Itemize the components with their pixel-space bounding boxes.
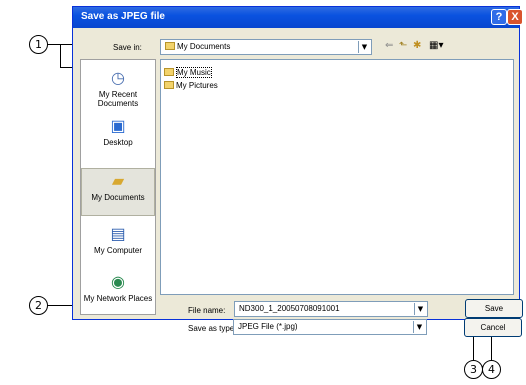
save-in-text: My Documents <box>177 42 231 51</box>
place-recent-documents[interactable]: ◷ My Recent Documents <box>81 70 155 108</box>
desktop-icon: ▣ <box>110 118 126 135</box>
place-label: Desktop <box>103 138 133 147</box>
save-type-value: JPEG File (*.jpg) <box>238 322 298 331</box>
callout-4: 4 <box>482 360 501 379</box>
up-folder-icon[interactable]: ⬑ <box>399 40 407 52</box>
save-type-label: Save as type: <box>188 324 237 333</box>
list-item[interactable]: My Music <box>164 67 212 78</box>
places-bar: ◷ My Recent Documents ▣ Desktop ▰ My Doc… <box>80 59 156 315</box>
place-label: My Network Places <box>83 294 153 303</box>
save-dialog: Save as JPEG file ? X Save in: My Docume… <box>72 6 523 333</box>
title-bar: Save as JPEG file ? X <box>73 7 523 28</box>
chevron-down-icon[interactable]: ▼ <box>413 321 425 333</box>
file-name: My Pictures <box>176 81 218 90</box>
back-arrow-icon[interactable]: ⇐ <box>385 40 393 52</box>
callout-1: 1 <box>29 35 48 54</box>
place-label: My Recent Documents <box>97 90 139 108</box>
recent-documents-icon: ◷ <box>111 70 125 87</box>
help-button[interactable]: ? <box>491 9 507 25</box>
callout-2: 2 <box>29 296 48 315</box>
my-documents-icon: ▰ <box>111 173 125 190</box>
new-folder-icon[interactable]: ✱ <box>413 40 421 52</box>
file-name-value: ND300_1_20050708091001 <box>239 304 340 313</box>
views-menu-icon[interactable]: ▦▾ <box>429 40 443 52</box>
callout-1-line-drop <box>60 44 61 68</box>
file-name-label: File name: <box>188 306 226 315</box>
cancel-button[interactable]: Cancel <box>464 318 522 337</box>
place-label: My Documents <box>91 193 145 202</box>
save-in-label: Save in: <box>113 43 142 52</box>
dialog-title: Save as JPEG file <box>81 11 165 22</box>
network-places-icon: ◉ <box>111 274 125 291</box>
folder-icon <box>165 42 175 50</box>
save-button[interactable]: Save <box>465 299 523 318</box>
my-computer-icon: ▤ <box>110 226 126 243</box>
save-in-value: My Documents <box>165 42 230 51</box>
folder-icon <box>164 68 174 76</box>
save-type-dropdown[interactable]: JPEG File (*.jpg) ▼ <box>233 319 427 335</box>
save-in-dropdown[interactable]: My Documents ▼ <box>160 39 372 55</box>
close-button[interactable]: X <box>507 9 523 25</box>
place-desktop[interactable]: ▣ Desktop <box>81 118 155 147</box>
chevron-down-icon[interactable]: ▼ <box>358 41 370 53</box>
file-name-input[interactable]: ND300_1_20050708091001 ▼ <box>234 301 428 317</box>
place-my-computer[interactable]: ▤ My Computer <box>81 226 155 255</box>
file-list[interactable]: My Music My Pictures <box>160 59 514 295</box>
place-my-documents[interactable]: ▰ My Documents <box>81 168 155 216</box>
callout-3: 3 <box>464 360 483 379</box>
file-name: My Music <box>176 67 212 78</box>
place-label: My Computer <box>93 246 142 255</box>
list-item[interactable]: My Pictures <box>164 80 218 91</box>
place-network[interactable]: ◉ My Network Places <box>81 274 155 303</box>
folder-icon <box>164 81 174 89</box>
chevron-down-icon[interactable]: ▼ <box>414 303 426 315</box>
